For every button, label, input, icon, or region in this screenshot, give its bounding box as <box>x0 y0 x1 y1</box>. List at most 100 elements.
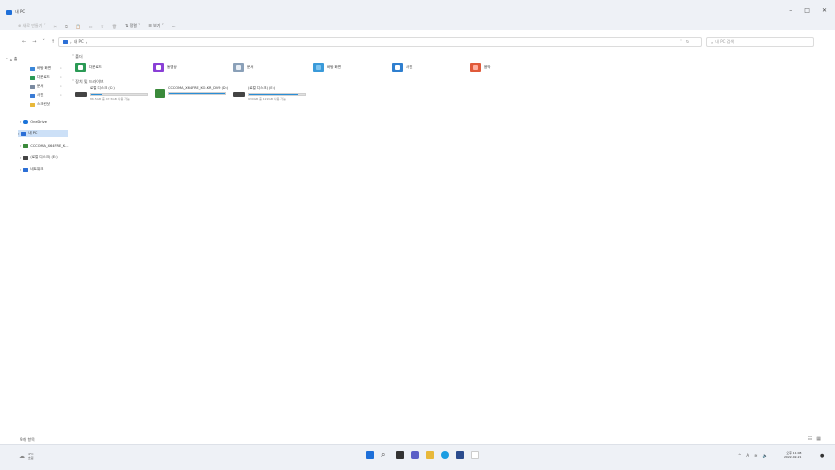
drives-section-header[interactable]: ˅ 장치 및 드라이브 <box>72 79 104 85</box>
forward-arrow-icon[interactable]: → <box>32 39 36 45</box>
folder-documents[interactable]: 문서 <box>233 63 253 72</box>
rename-button[interactable]: ▭ <box>89 24 93 29</box>
desktop-icon <box>30 66 35 71</box>
wifi-icon[interactable]: ≋ <box>754 453 757 458</box>
chevron-down-icon: ˅ <box>6 57 8 62</box>
network-icon <box>23 167 29 172</box>
clock[interactable]: 오후 11:08 2022-02-21 <box>784 451 801 459</box>
new-button[interactable]: ⊕ 새로 만들기 ˅ <box>18 23 46 29</box>
folder-downloads[interactable]: 다운로드 <box>75 63 102 72</box>
up-arrow-icon[interactable]: ↑ <box>51 39 55 45</box>
chat-icon[interactable] <box>411 451 419 459</box>
music-folder-icon <box>470 63 481 72</box>
this-pc-icon <box>6 9 12 15</box>
folder-desktop[interactable]: 바탕 화면 <box>313 63 341 72</box>
chevron-up-icon[interactable]: ^ <box>738 453 741 458</box>
drive-d[interactable]: CCCOMA_X64FRE_KO-KR_DV9 (D:) <box>155 86 228 98</box>
weather-widget[interactable]: ☁ 4°C 흐림 <box>19 452 34 460</box>
address-bar[interactable]: › 내 PC › <box>58 37 702 47</box>
drive-info: 로컬 디스크 (C:) 86.5GB 중 47.5GB 사용 가능 <box>90 86 148 101</box>
store-icon[interactable] <box>456 451 464 459</box>
breadcrumb-chevron[interactable]: › <box>70 40 72 45</box>
sidebar-item-onedrive[interactable]: › OneDrive <box>20 118 47 125</box>
cloud-icon: ☁ <box>19 452 25 460</box>
hard-drive-icon <box>233 92 245 97</box>
section-title: 장치 및 드라이브 <box>75 79 104 84</box>
command-bar: ⊕ 새로 만들기 ˅ ✂ ⧉ 📋 ▭ ⇪ 🗑 ⇅ 정렬 ˅ ☰ 보기 ˅ ··· <box>18 23 176 29</box>
tiles-view-icon[interactable]: ▦ <box>816 436 821 442</box>
folder-music[interactable]: 음악 <box>470 63 490 72</box>
close-button[interactable]: ✕ <box>822 7 827 14</box>
details-view-icon[interactable]: ☷ <box>808 436 812 442</box>
weather-desc: 흐림 <box>28 456 34 460</box>
sidebar-item-label: 사진 <box>37 93 44 97</box>
search-icon: ⌕ <box>711 39 714 45</box>
usb-drive-icon <box>155 89 165 98</box>
volume-icon[interactable]: 🔈 <box>762 453 767 458</box>
document-icon <box>30 84 35 89</box>
view-toggles: ☷ ▦ <box>808 436 821 442</box>
folders-section-header[interactable]: ˅ 폴더 <box>72 54 83 60</box>
address-actions: ˅ ↻ <box>680 39 689 44</box>
sidebar-item-label: 다운로드 <box>37 75 50 79</box>
folder-label: 바탕 화면 <box>327 65 341 69</box>
sidebar-item-this-pc[interactable]: › 내 PC <box>18 130 68 137</box>
paste-button[interactable]: 📋 <box>76 24 81 29</box>
folder-pictures[interactable]: 사진 <box>392 63 412 72</box>
chevron-right-icon: › <box>18 131 20 136</box>
sidebar-item-pictures[interactable]: 사진 <box>30 92 43 99</box>
refresh-icon[interactable]: ↻ <box>686 39 689 44</box>
search-icon[interactable]: ⌕ <box>381 451 389 459</box>
delete-button[interactable]: 🗑 <box>112 24 117 29</box>
pin-icon: ⌖ <box>60 84 62 88</box>
title-bar: 내 PC ⊕ 새로 만들기 ˅ ✂ ⧉ 📋 ▭ ⇪ 🗑 ⇅ 정렬 ˅ ☰ 보기 … <box>0 0 835 30</box>
sidebar-item-desktop[interactable]: 바탕 화면 <box>30 65 51 72</box>
sidebar-item-home[interactable]: ˅ ⌂ 홈 <box>6 56 17 63</box>
status-bar: 9개 항목 ☷ ▦ <box>0 434 835 444</box>
breadcrumb-chevron[interactable]: › <box>86 40 88 45</box>
search-input[interactable]: ⌕ 내 PC 검색 <box>706 37 814 47</box>
sidebar-item-label: 홈 <box>13 57 18 61</box>
folder-videos[interactable]: 동영상 <box>153 63 177 72</box>
video-folder-icon <box>153 63 164 72</box>
chevron-down-icon[interactable]: ˅ <box>680 39 682 44</box>
cut-button[interactable]: ✂ <box>54 24 57 29</box>
notification-icon[interactable]: ● <box>820 453 824 459</box>
file-explorer-icon[interactable] <box>426 451 434 459</box>
language-indicator[interactable]: A <box>746 453 749 458</box>
sidebar-item-usb-drive[interactable]: › CCCOMA_X64FRE_K... <box>20 142 69 149</box>
drive-usage-fill <box>249 93 298 95</box>
folder-label: 다운로드 <box>89 65 102 69</box>
back-arrow-icon[interactable]: ← <box>22 39 26 45</box>
system-tray: ^ A ≋ 🔈 <box>738 453 767 458</box>
home-icon: ⌂ <box>9 57 12 62</box>
chevron-right-icon: › <box>20 119 22 124</box>
search-placeholder: 내 PC 검색 <box>715 39 735 44</box>
edge-icon[interactable] <box>441 451 449 459</box>
minimize-button[interactable]: – <box>789 7 792 14</box>
drive-usage-fill <box>91 93 103 95</box>
maximize-button[interactable]: □ <box>804 7 810 14</box>
sort-button[interactable]: ⇅ 정렬 ˅ <box>125 23 140 29</box>
navigation-buttons: ← → ˅ ↑ <box>22 39 55 45</box>
share-button[interactable]: ⇪ <box>101 24 104 29</box>
recent-locations-icon[interactable]: ˅ <box>42 39 45 45</box>
drive-c[interactable]: 로컬 디스크 (C:) 86.5GB 중 47.5GB 사용 가능 <box>75 86 148 101</box>
sidebar-item-network[interactable]: › 네트워크 <box>20 166 43 173</box>
more-button[interactable]: ··· <box>172 24 176 29</box>
start-icon[interactable] <box>366 451 374 459</box>
picture-folder-icon <box>392 63 403 72</box>
breadcrumb[interactable]: 내 PC <box>74 39 84 45</box>
drive-info: CCCOMA_X64FRE_KO-KR_DV9 (D:) <box>168 86 228 98</box>
task-view-icon[interactable] <box>396 451 404 459</box>
chevron-right-icon: › <box>20 167 22 172</box>
copy-button[interactable]: ⧉ <box>65 24 68 29</box>
sidebar-item-downloads[interactable]: 다운로드 <box>30 74 50 81</box>
drive-e[interactable]: (로컬 디스크) (E:) 930GB 중 122GB 사용 가능 <box>233 86 306 101</box>
sidebar-item-screenshots[interactable]: 스크린샷 <box>30 101 50 108</box>
sidebar-item-drive-e[interactable]: › (로컬 디스크) (E:) <box>20 154 58 161</box>
view-button[interactable]: ☰ 보기 ˅ <box>148 23 164 29</box>
app-icon[interactable] <box>471 451 479 459</box>
this-pc-icon <box>21 131 27 136</box>
sidebar-item-documents[interactable]: 문서 <box>30 83 43 90</box>
